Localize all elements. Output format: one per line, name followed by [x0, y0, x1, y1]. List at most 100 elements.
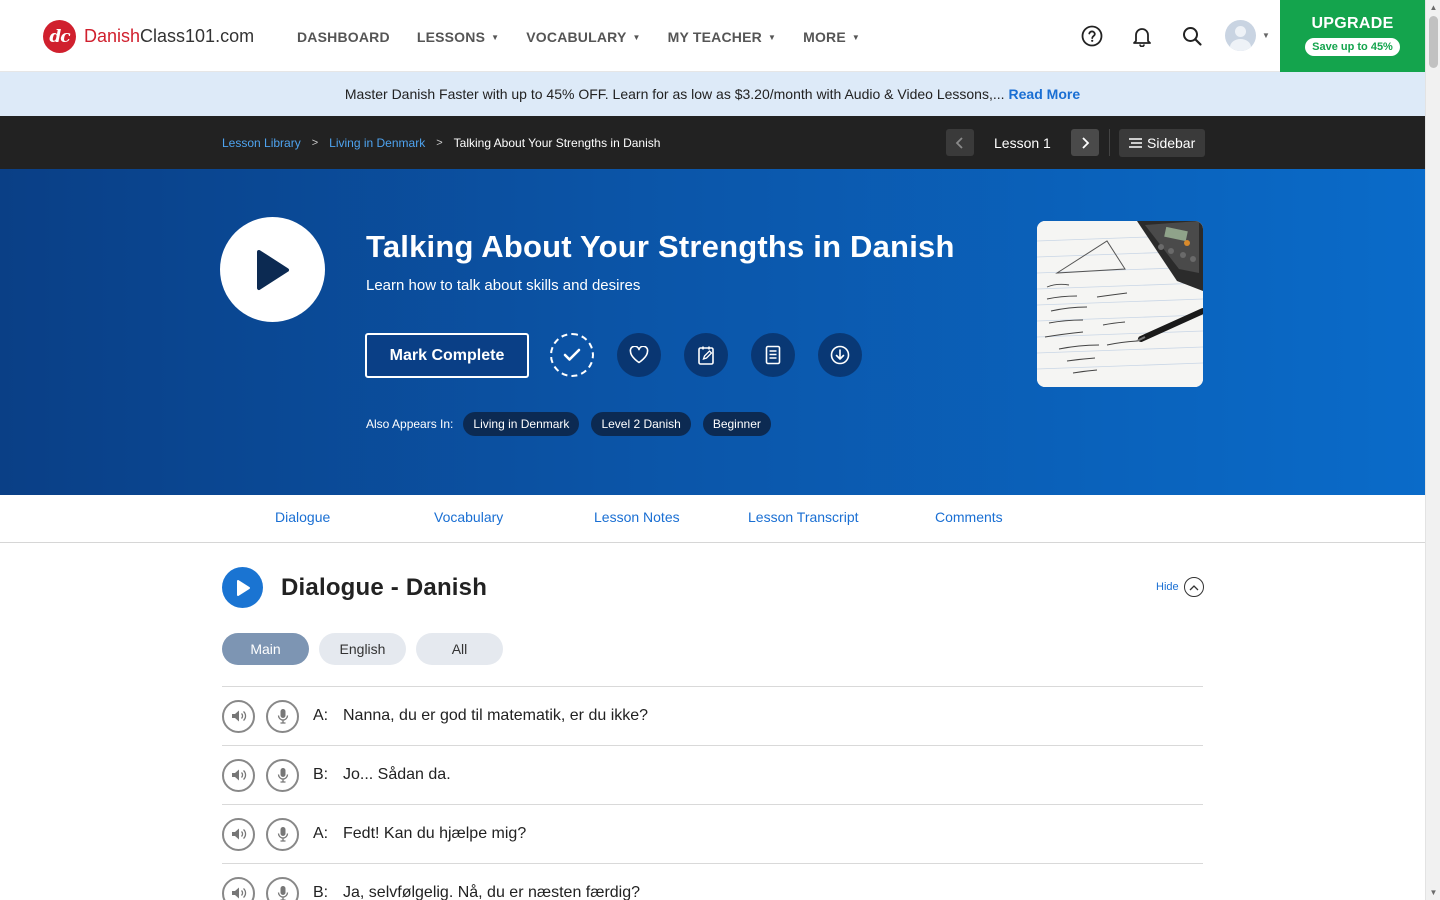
dialogue-line: B: Ja, selvfølgelig. Nå, du er næsten fæ…	[222, 863, 1203, 900]
site-logo[interactable]: dc DanishClass101.com	[43, 20, 254, 53]
tab-lesson-notes[interactable]: Lesson Notes	[594, 509, 680, 525]
tag-beginner[interactable]: Beginner	[702, 412, 771, 436]
nav-more-label: MORE	[803, 29, 846, 45]
tab-lesson-transcript[interactable]: Lesson Transcript	[748, 509, 859, 525]
bell-icon[interactable]	[1131, 25, 1153, 47]
pdf-button[interactable]	[751, 333, 795, 377]
play-lesson-button[interactable]	[220, 217, 325, 322]
play-audio-button[interactable]	[222, 699, 255, 733]
play-audio-button[interactable]	[222, 817, 255, 851]
help-icon[interactable]	[1081, 25, 1103, 47]
scrollbar-thumb[interactable]	[1429, 16, 1438, 68]
promo-banner: Master Danish Faster with up to 45% OFF.…	[0, 72, 1425, 116]
tag-living-in-denmark[interactable]: Living in Denmark	[463, 412, 580, 436]
also-appears-label: Also Appears In:	[366, 417, 454, 431]
lesson-thumbnail	[1037, 221, 1203, 387]
scroll-down-icon[interactable]: ▼	[1426, 885, 1440, 900]
read-more-link[interactable]: Read More	[1009, 86, 1081, 102]
scroll-up-icon[interactable]: ▲	[1426, 0, 1440, 15]
page-scrollbar[interactable]: ▲ ▼	[1425, 0, 1440, 900]
record-button[interactable]	[266, 876, 299, 900]
dialogue-text: Nanna, du er god til matematik, er du ik…	[343, 707, 649, 724]
microphone-icon	[277, 768, 288, 783]
dialogue-line: B: Jo... Sådan da.	[222, 745, 1203, 804]
speaker-label: B:	[313, 766, 329, 783]
tab-dialogue[interactable]: Dialogue	[275, 509, 330, 525]
menu-icon	[1129, 138, 1142, 148]
microphone-icon	[277, 827, 288, 842]
dialogue-line: A: Fedt! Kan du hjælpe mig?	[222, 804, 1203, 863]
nav-my-teacher-label: MY TEACHER	[667, 29, 762, 45]
play-audio-button[interactable]	[222, 876, 255, 900]
tag-level-2-danish[interactable]: Level 2 Danish	[591, 412, 691, 436]
microphone-icon	[277, 886, 288, 900]
tab-comments[interactable]: Comments	[935, 509, 1003, 525]
sidebar-toggle-button[interactable]: Sidebar	[1119, 129, 1206, 157]
dialogue-text: Ja, selvfølgelig. Nå, du er næsten færdi…	[343, 884, 641, 900]
record-button[interactable]	[266, 758, 299, 792]
record-button[interactable]	[266, 817, 299, 851]
toggle-all[interactable]: All	[416, 633, 503, 665]
nav-vocabulary[interactable]: VOCABULARY ▼	[526, 29, 640, 45]
nav-more[interactable]: MORE ▼	[803, 29, 860, 45]
favorite-button[interactable]	[617, 333, 661, 377]
sidebar-label: Sidebar	[1147, 135, 1196, 151]
microphone-icon	[277, 709, 288, 724]
lesson-subtitle: Learn how to talk about skills and desir…	[366, 277, 641, 294]
page: dc DanishClass101.com DASHBOARD LESSONS ▼…	[0, 0, 1425, 900]
chevron-up-icon	[1183, 577, 1204, 597]
math-notes-image	[1037, 221, 1203, 387]
add-note-button[interactable]	[684, 333, 728, 377]
divider	[1108, 129, 1110, 156]
promo-text: Master Danish Faster with up to 45% OFF.…	[344, 86, 1005, 102]
complete-check-button[interactable]	[550, 333, 594, 377]
lesson-tabs: Dialogue Vocabulary Lesson Notes Lesson …	[0, 495, 1425, 543]
hide-label: Hide	[1156, 581, 1179, 593]
breadcrumb-living-in-denmark[interactable]: Living in Denmark	[329, 136, 425, 150]
checkmark-icon	[563, 348, 581, 361]
play-audio-button[interactable]	[222, 758, 255, 792]
chevron-right-icon: >	[436, 137, 443, 149]
logo-text: DanishClass101.com	[84, 26, 254, 47]
play-dialogue-button[interactable]	[222, 567, 263, 608]
nav-lessons[interactable]: LESSONS ▼	[417, 29, 499, 45]
next-lesson-button[interactable]	[1070, 129, 1099, 156]
nav-my-teacher[interactable]: MY TEACHER ▼	[668, 29, 776, 45]
avatar	[1225, 20, 1256, 51]
dialogue-line: A: Nanna, du er god til matematik, er du…	[222, 686, 1203, 745]
user-menu[interactable]: ▼	[1225, 20, 1270, 51]
lesson-navigator: Lesson 1	[946, 129, 1110, 156]
caret-down-icon: ▼	[767, 32, 777, 42]
caret-down-icon: ▼	[491, 32, 500, 42]
speaker-icon	[231, 887, 246, 899]
download-button[interactable]	[818, 333, 862, 377]
caret-down-icon: ▼	[851, 32, 861, 42]
dialogue-text: Jo... Sådan da.	[343, 766, 451, 783]
main-nav: DASHBOARD LESSONS ▼ VOCABULARY ▼ MY TEACHE…	[297, 29, 887, 45]
dialogue-text: Fedt! Kan du hjælpe mig?	[343, 825, 527, 842]
lesson-number: Lesson 1	[994, 134, 1051, 151]
hide-dialogue-button[interactable]: Hide	[1156, 577, 1204, 597]
nav-vocabulary-label: VOCABULARY	[526, 29, 627, 45]
prev-lesson-button[interactable]	[946, 129, 974, 156]
upgrade-badge: Save up to 45%	[1305, 38, 1400, 56]
caret-down-icon: ▼	[632, 32, 641, 42]
tab-vocabulary[interactable]: Vocabulary	[434, 509, 503, 525]
dialogue-title: Dialogue - Danish	[281, 573, 488, 601]
upgrade-button[interactable]: UPGRADE Save up to 45%	[1280, 0, 1425, 72]
toggle-main[interactable]: Main	[222, 633, 309, 665]
mark-complete-button[interactable]: Mark Complete	[365, 333, 529, 378]
breadcrumb-bar: Lesson Library > Living in Denmark > Tal…	[0, 116, 1425, 169]
chevron-right-icon: >	[311, 137, 319, 149]
toggle-english[interactable]: English	[319, 633, 406, 665]
notes-icon	[698, 346, 714, 365]
speaker-icon	[231, 828, 246, 840]
nav-dashboard[interactable]: DASHBOARD	[297, 29, 390, 45]
nav-dashboard-label: DASHBOARD	[297, 29, 390, 45]
breadcrumb: Lesson Library > Living in Denmark > Tal…	[222, 136, 660, 150]
record-button[interactable]	[266, 699, 299, 733]
speaker-label: A:	[313, 707, 329, 724]
dialogue-language-toggle: Main English All	[222, 633, 513, 665]
search-icon[interactable]	[1181, 25, 1203, 47]
breadcrumb-lesson-library[interactable]: Lesson Library	[222, 136, 301, 150]
